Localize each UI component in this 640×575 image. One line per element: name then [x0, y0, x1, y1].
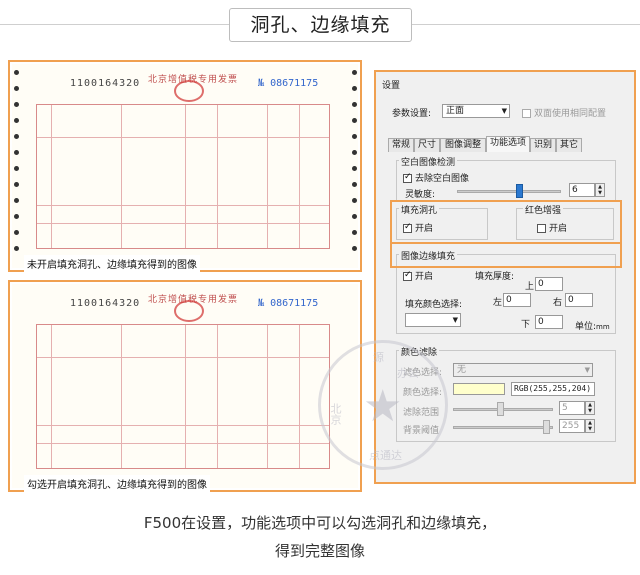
range-slider-thumb[interactable] [497, 402, 504, 416]
range-spinner[interactable]: ▲ ▼ [585, 401, 595, 415]
tab-general[interactable]: 常规 [388, 138, 414, 152]
tab-image-adjust[interactable]: 图像调整 [440, 138, 486, 152]
invoice-serial: № 08671175 [258, 298, 319, 309]
sensitivity-spinner[interactable]: ▲ ▼ [595, 183, 605, 197]
tab-size[interactable]: 尺寸 [414, 138, 440, 152]
sensitivity-slider-thumb[interactable] [516, 184, 524, 198]
duplex-option: 双面使用相同配置 [522, 106, 606, 119]
invoice-stamp [174, 80, 204, 102]
caption-bottom: 勾选开启填充洞孔、边缘填充得到的图像 [24, 475, 210, 492]
remove-blank-option: 去除空白图像 [403, 171, 469, 184]
bg-threshold-thumb[interactable] [543, 420, 550, 434]
unit-label: 单位:mm [575, 322, 610, 332]
caption-top: 未开启填充洞孔、边缘填充得到的图像 [24, 255, 200, 272]
dropout-select[interactable]: 无 ▼ [453, 363, 593, 377]
top-label: 上 [525, 282, 535, 292]
bottom-label: 下 [521, 320, 531, 330]
top-input[interactable]: 0 [535, 277, 563, 291]
duplex-checkbox[interactable] [522, 109, 531, 118]
title-divider-right [412, 24, 640, 25]
remove-blank-checkbox[interactable] [403, 172, 412, 183]
footer-line-2: 得到完整图像 [274, 542, 365, 560]
blank-detect-label: 空白图像检测 [399, 155, 458, 168]
watermark-text-2: 源 [373, 351, 384, 364]
invoice-frame-top: 1100164320 北京增值税专用发票 № 08671175 未开启填充洞孔、… [8, 60, 362, 272]
right-label: 右 [553, 298, 563, 308]
watermark-text-1: 北京 [329, 403, 342, 425]
right-input[interactable]: 0 [565, 293, 593, 307]
perforation-right [350, 70, 358, 262]
sensitivity-slider[interactable] [457, 190, 561, 193]
chevron-down-icon: ▼ [584, 366, 590, 374]
highlight-box-hole [390, 200, 622, 244]
chevron-down-icon: ▼ [452, 316, 458, 324]
sensitivity-label: 灵敏度: [405, 190, 436, 200]
fill-color-label: 填充颜色选择: [405, 300, 463, 310]
watermark-text-4: 点通达 [369, 449, 402, 462]
dialog-title: 设置 [382, 81, 401, 91]
invoice-grid [36, 324, 330, 469]
color-swatch[interactable] [453, 383, 505, 395]
title-divider-left [0, 24, 229, 25]
left-label: 左 [493, 298, 503, 308]
invoice-image-bottom: 1100164320 北京增值税专用发票 № 08671175 [12, 284, 358, 488]
sensitivity-input[interactable]: 6 [569, 183, 595, 197]
left-input[interactable]: 0 [503, 293, 531, 307]
chevron-down-icon: ▼ [501, 107, 507, 115]
edge-fill-option: 开启 [403, 269, 433, 282]
param-select[interactable]: 正面 ▼ [442, 104, 510, 118]
tab-other[interactable]: 其它 [556, 138, 582, 152]
highlight-box-edge [390, 244, 622, 268]
bg-threshold-input[interactable]: 255 [559, 419, 585, 433]
blank-detect-group: 空白图像检测 去除空白图像 灵敏度: 6 ▲▼ [396, 155, 616, 202]
star-icon: ★ [363, 381, 403, 432]
thickness-label: 填充厚度: [475, 272, 515, 282]
invoice-code: 1100164320 [70, 298, 141, 309]
invoice-frame-bottom: 1100164320 北京增值税专用发票 № 08671175 勾选开启填充洞孔… [8, 280, 362, 492]
bg-threshold-slider[interactable] [453, 426, 553, 429]
range-input[interactable]: 5 [559, 401, 585, 415]
title-bar: 洞孔、边缘填充 [0, 0, 640, 50]
invoice-code: 1100164320 [70, 78, 141, 89]
page-title: 洞孔、边缘填充 [229, 8, 412, 42]
invoice-image-top: 1100164320 北京增值税专用发票 № 08671175 [12, 64, 358, 268]
edge-fill-checkbox[interactable] [403, 270, 412, 281]
invoice-serial: № 08671175 [258, 78, 319, 89]
invoice-stamp [174, 300, 204, 322]
bg-threshold-spinner[interactable]: ▲ ▼ [585, 419, 595, 433]
tab-function-options[interactable]: 功能选项 [486, 136, 530, 152]
invoice-grid [36, 104, 330, 249]
rgb-value: RGB(255,255,204) [511, 382, 595, 396]
bottom-input[interactable]: 0 [535, 315, 563, 329]
watermark-text-3: 办公 [397, 367, 419, 380]
perforation-left [12, 70, 20, 262]
tab-recognition[interactable]: 识别 [530, 138, 556, 152]
footer-line-1: F500在设置，功能选项中可以勾选洞孔和边缘填充， [143, 514, 497, 532]
param-label: 参数设置: [392, 109, 432, 119]
fill-color-select[interactable]: ▼ [405, 313, 461, 327]
watermark-seal: ★ 北京 源 办公 点通达 [318, 340, 448, 470]
